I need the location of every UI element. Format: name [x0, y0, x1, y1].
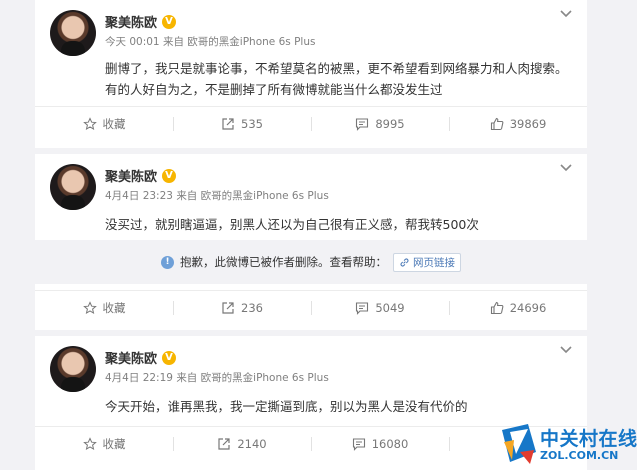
deleted-repost-notice: ! 抱歉，此微博已被作者删除。查看帮助： 网页链接 [35, 240, 587, 284]
share-icon [222, 117, 234, 130]
post-meta: 4月4日 23:23 来自 欧哥的黑金iPhone 6s Plus [105, 188, 329, 203]
share-icon [222, 301, 234, 314]
watermark-en: ZOL.COM.CN [540, 449, 619, 462]
deleted-notice-text: 抱歉，此微博已被作者删除。查看帮助： [180, 255, 387, 269]
post-content: 今天开始，谁再黑我，我一定撕逼到底，别以为黑人是没有代价的 [105, 399, 468, 414]
comment-icon [356, 301, 369, 315]
watermark-cn: 中关村在线 [540, 428, 637, 450]
chevron-down-icon[interactable] [559, 6, 573, 20]
comment-count: 16080 [371, 436, 409, 451]
zol-logo-icon [502, 424, 536, 464]
favorite-button[interactable]: 收藏 [35, 427, 173, 460]
favorite-label: 收藏 [102, 436, 126, 451]
comment-button[interactable]: 8995 [311, 107, 449, 140]
repost-count: 2140 [237, 436, 267, 451]
favorite-button[interactable]: 收藏 [35, 291, 173, 324]
post-meta: 今天 00:01 来自 欧哥的黑金iPhone 6s Plus [105, 34, 315, 49]
share-icon [218, 437, 230, 450]
like-button[interactable]: 39869 [449, 107, 587, 140]
comment-button[interactable]: 5049 [311, 291, 449, 324]
verified-badge-icon: V [162, 168, 177, 183]
star-icon [82, 300, 97, 314]
verified-badge-icon: V [162, 350, 177, 365]
chevron-down-icon[interactable] [559, 342, 573, 356]
post-content: 删博了，我只是就事论事，不希望莫名的被黑，更不希望看到网络暴力和人肉搜索。有的人… [105, 61, 568, 97]
post-meta: 4月4日 22:19 来自 欧哥的黑金iPhone 6s Plus [105, 370, 329, 385]
author-avatar[interactable] [50, 164, 96, 210]
weblink-button[interactable]: 网页链接 [393, 252, 461, 272]
author-avatar[interactable] [50, 346, 96, 392]
repost-button[interactable]: 2140 [173, 427, 311, 460]
favorite-label: 收藏 [102, 116, 126, 131]
author-avatar[interactable] [50, 10, 96, 56]
comment-count: 5049 [375, 300, 405, 315]
repost-count: 535 [241, 116, 263, 131]
link-icon [400, 258, 409, 266]
favorite-label: 收藏 [102, 300, 126, 315]
post-timestamp[interactable]: 今天 00:01 [105, 36, 160, 48]
comment-button[interactable]: 16080 [311, 427, 449, 460]
source-prefix: 来自 [176, 372, 198, 384]
repost-button[interactable]: 236 [173, 291, 311, 324]
post-source[interactable]: 欧哥的黑金iPhone 6s Plus [187, 36, 315, 48]
comment-count: 8995 [375, 116, 405, 131]
weibo-post-1: 聚美陈欧 V 今天 00:01 来自 欧哥的黑金iPhone 6s Plus 删… [35, 0, 587, 148]
comment-icon [352, 437, 365, 451]
post-content: 没买过，就别瞎逼逼，别黑人还以为自己很有正义感，帮我转500次 [105, 217, 479, 232]
author-name[interactable]: 聚美陈欧 [105, 348, 157, 367]
author-name[interactable]: 聚美陈欧 [105, 166, 157, 185]
repost-count: 236 [241, 300, 263, 315]
repost-button[interactable]: 535 [173, 107, 311, 140]
post-timestamp[interactable]: 4月4日 23:23 [105, 190, 173, 202]
post-timestamp[interactable]: 4月4日 22:19 [105, 372, 173, 384]
favorite-button[interactable]: 收藏 [35, 107, 173, 140]
post-source[interactable]: 欧哥的黑金iPhone 6s Plus [201, 190, 329, 202]
verified-badge-icon: V [162, 14, 177, 29]
source-prefix: 来自 [162, 36, 184, 48]
post-source[interactable]: 欧哥的黑金iPhone 6s Plus [201, 372, 329, 384]
info-icon: ! [161, 255, 174, 269]
like-count: 39869 [509, 116, 547, 131]
thumbs-up-icon [490, 301, 504, 314]
chevron-down-icon[interactable] [559, 160, 573, 174]
like-count: 24696 [509, 300, 547, 315]
star-icon [82, 436, 97, 450]
weblink-label: 网页链接 [413, 256, 455, 269]
thumbs-up-icon [490, 117, 504, 130]
author-name[interactable]: 聚美陈欧 [105, 12, 157, 31]
weibo-post-2: 聚美陈欧 V 4月4日 23:23 来自 欧哥的黑金iPhone 6s Plus… [35, 154, 587, 330]
star-icon [82, 116, 97, 130]
source-prefix: 来自 [176, 190, 198, 202]
like-button[interactable]: 24696 [449, 291, 587, 324]
zol-watermark-logo: 中关村在线 ZOL.COM.CN [500, 420, 637, 470]
comment-icon [356, 117, 369, 131]
